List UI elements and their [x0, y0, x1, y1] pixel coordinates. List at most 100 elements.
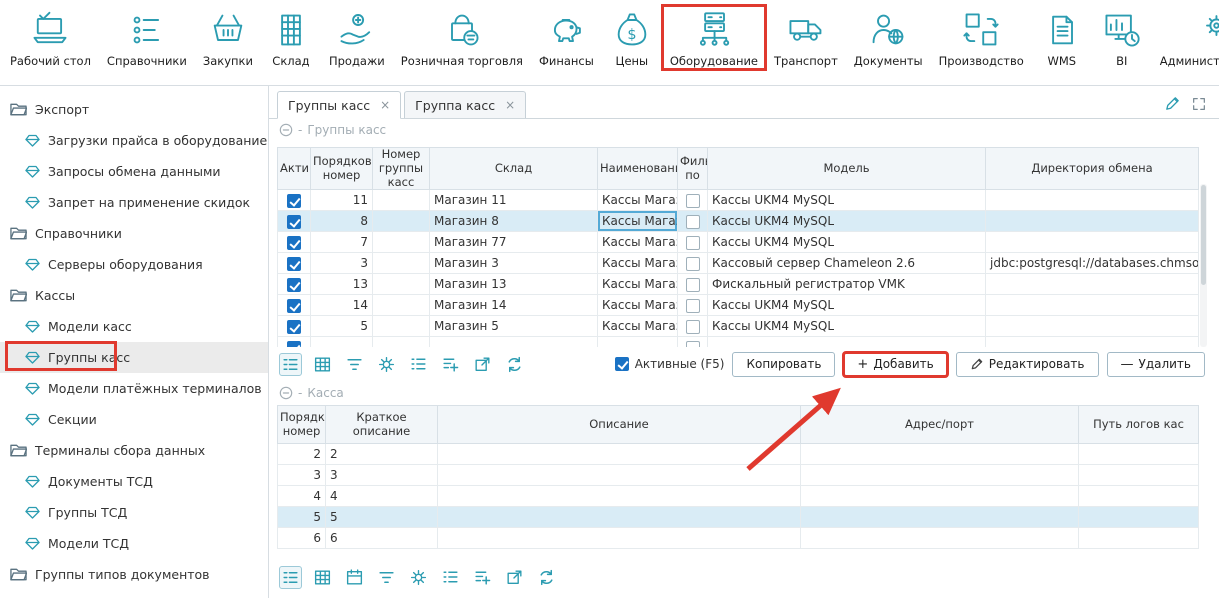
cell-order[interactable]: 13 — [311, 274, 373, 295]
nav-item-7[interactable]: $Цены — [602, 5, 662, 70]
cell-log-path[interactable] — [1079, 444, 1199, 465]
external-link-icon[interactable] — [471, 353, 494, 376]
cell-model[interactable]: Фискальный регистратор VMK — [708, 274, 986, 295]
refresh-icon[interactable] — [503, 353, 526, 376]
cell-filter[interactable] — [678, 211, 708, 232]
active-checkbox[interactable] — [287, 236, 301, 250]
nav-item-10[interactable]: Документы — [846, 5, 931, 70]
cell-model[interactable]: Кассы UKM4 MySQL — [708, 211, 986, 232]
sidebar-item-9[interactable]: Модели платёжных терминалов — [0, 373, 268, 404]
scrollbar-thumb[interactable] — [1201, 185, 1206, 285]
upper-section-header[interactable]: - Группы касс — [277, 119, 1207, 140]
cell-active[interactable] — [278, 274, 311, 295]
table-row[interactable]: 66 — [278, 528, 1199, 549]
active-checkbox[interactable] — [287, 257, 301, 271]
expand-icon[interactable] — [1191, 96, 1207, 112]
cell-group-no[interactable] — [373, 274, 430, 295]
active-filter-checkbox[interactable] — [615, 357, 629, 371]
sidebar-item-5[interactable]: Серверы оборудования — [0, 249, 268, 280]
cell-order[interactable]: 4 — [278, 486, 326, 507]
cell-order[interactable]: 2 — [278, 444, 326, 465]
nav-item-8[interactable]: Оборудование — [662, 5, 766, 70]
table-row[interactable]: 44 — [278, 486, 1199, 507]
nav-item-3[interactable]: Склад — [261, 5, 321, 70]
cell-group-no[interactable] — [373, 316, 430, 337]
cell-short-desc[interactable]: 6 — [326, 528, 438, 549]
table-row[interactable]: 13Магазин 13Кассы Магазин 13Фискальный р… — [278, 274, 1199, 295]
table-row[interactable]: 22 — [278, 444, 1199, 465]
delete-button[interactable]: — Удалить — [1107, 352, 1206, 377]
sidebar-item-4[interactable]: Справочники — [0, 218, 268, 249]
close-icon[interactable]: × — [380, 98, 390, 112]
sidebar-item-3[interactable]: Запрет на применение скидок — [0, 187, 268, 218]
cell-model[interactable]: Кассы UKM4 MySQL — [708, 190, 986, 211]
cell-active[interactable] — [278, 295, 311, 316]
nav-item-5[interactable]: Розничная торговля — [393, 5, 531, 70]
cell-group-no[interactable] — [373, 295, 430, 316]
filter-checkbox[interactable] — [686, 236, 700, 250]
nav-item-12[interactable]: WMS — [1032, 5, 1092, 70]
nav-item-9[interactable]: Транспорт — [766, 5, 846, 70]
cell-group-no[interactable] — [373, 232, 430, 253]
active-filter[interactable]: Активные (F5) — [615, 357, 725, 371]
cell-filter[interactable] — [678, 274, 708, 295]
cell-log-path[interactable] — [1079, 465, 1199, 486]
cell-model[interactable]: Кассы UKM4 MySQL — [708, 316, 986, 337]
cell-short-desc[interactable]: 2 — [326, 444, 438, 465]
table-row[interactable]: 14Магазин 14Кассы Магазин 14Кассы UKM4 M… — [278, 295, 1199, 316]
column-header[interactable]: Порядковый номер — [311, 148, 373, 190]
column-header[interactable]: Номер группы касс — [373, 148, 430, 190]
calendar-icon[interactable] — [343, 566, 366, 589]
cell-warehouse[interactable]: Магазин 77 — [430, 232, 598, 253]
cell-model[interactable] — [708, 337, 986, 347]
filter-checkbox[interactable] — [686, 341, 700, 347]
table-row[interactable]: 33 — [278, 465, 1199, 486]
cell-warehouse[interactable]: Магазин 3 — [430, 253, 598, 274]
nav-item-1[interactable]: Справочники — [99, 5, 195, 70]
cell-exchange-dir[interactable] — [986, 295, 1199, 316]
sidebar-item-0[interactable]: Экспорт — [0, 94, 268, 125]
cell-order[interactable] — [311, 337, 373, 347]
refresh-icon[interactable] — [535, 566, 558, 589]
copy-button[interactable]: Копировать — [732, 352, 835, 377]
cell-filter[interactable] — [678, 232, 708, 253]
grid-view-icon[interactable] — [311, 566, 334, 589]
sidebar-item-14[interactable]: Модели ТСД — [0, 528, 268, 559]
sidebar-item-10[interactable]: Секции — [0, 404, 268, 435]
cell-addr[interactable] — [801, 444, 1079, 465]
cell-name[interactable]: Кассы Магазин 5 — [598, 316, 678, 337]
cell-group-no[interactable] — [373, 211, 430, 232]
cell-addr[interactable] — [801, 528, 1079, 549]
grid-view-icon[interactable] — [311, 353, 334, 376]
numbered-list-icon[interactable] — [439, 566, 462, 589]
cell-order[interactable]: 11 — [311, 190, 373, 211]
filter-checkbox[interactable] — [686, 299, 700, 313]
nav-item-14[interactable]: Администрирование — [1152, 5, 1219, 70]
cell-active[interactable] — [278, 232, 311, 253]
active-checkbox[interactable] — [287, 341, 301, 347]
column-header[interactable]: Активна — [278, 148, 311, 190]
filter-checkbox[interactable] — [686, 278, 700, 292]
cell-name[interactable]: Кассы Магазин 8 — [598, 211, 678, 232]
column-header[interactable]: Краткое описание — [326, 406, 438, 444]
sidebar-item-6[interactable]: Кассы — [0, 280, 268, 311]
add-button[interactable]: + Добавить — [843, 352, 947, 377]
list-view-icon[interactable] — [279, 353, 302, 376]
cell-group-no[interactable] — [373, 190, 430, 211]
sidebar-item-16[interactable]: Виды справочников ТСД — [0, 590, 268, 598]
table-row[interactable]: 3Магазин 3Кассы Магазин 3Кассовый сервер… — [278, 253, 1199, 274]
nav-item-13[interactable]: BI — [1092, 5, 1152, 70]
cell-active[interactable] — [278, 211, 311, 232]
nav-item-0[interactable]: Рабочий стол — [2, 5, 99, 70]
cell-warehouse[interactable]: Магазин 14 — [430, 295, 598, 316]
cell-exchange-dir[interactable] — [986, 232, 1199, 253]
cell-name[interactable]: Кассы Магазин 14 — [598, 295, 678, 316]
edit-pencil-icon[interactable] — [1164, 95, 1181, 112]
cell-order[interactable]: 7 — [311, 232, 373, 253]
cell-desc[interactable] — [438, 528, 801, 549]
column-header[interactable]: Наименование — [598, 148, 678, 190]
cell-active[interactable] — [278, 316, 311, 337]
cell-order[interactable]: 5 — [311, 316, 373, 337]
column-header[interactable]: Склад — [430, 148, 598, 190]
cell-name[interactable]: Кассы Магазин 77 — [598, 232, 678, 253]
